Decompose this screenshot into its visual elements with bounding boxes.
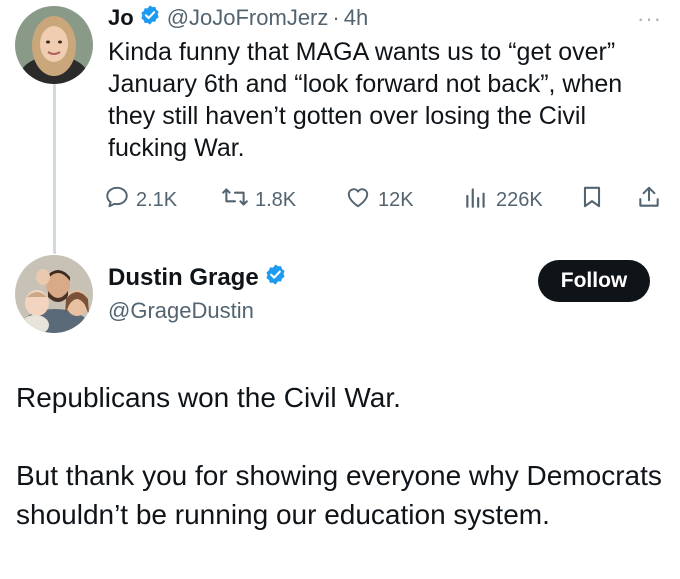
separator-dot: · — [332, 5, 340, 30]
reply-paragraph-1: Republicans won the Civil War. — [16, 382, 401, 413]
views-count: 226K — [496, 188, 543, 211]
follow-button[interactable]: Follow — [538, 260, 650, 302]
retweet-icon — [221, 184, 255, 216]
avatar-dustin[interactable] — [15, 255, 93, 333]
reply-author-row: Dustin Grage — [108, 263, 293, 293]
reply-icon — [104, 184, 136, 216]
action-bar: 2.1K 1.8K 12K 226K — [104, 176, 664, 216]
bookmark-button[interactable] — [579, 184, 611, 216]
retweet-count: 1.8K — [255, 188, 297, 211]
verified-badge-icon — [139, 4, 161, 32]
reply-button[interactable]: 2.1K — [104, 184, 177, 216]
reply-paragraph-2: But thank you for showing everyone why D… — [16, 460, 662, 530]
avatar-jo[interactable] — [15, 6, 93, 84]
like-count: 12K — [378, 188, 414, 211]
author-handle[interactable]: @JoJoFromJerz — [167, 5, 329, 31]
share-icon — [636, 184, 668, 216]
views-icon — [462, 184, 496, 216]
verified-badge-icon — [264, 263, 287, 293]
bookmark-icon — [579, 184, 611, 216]
reply-author-handle[interactable]: @GrageDustin — [108, 298, 254, 324]
timestamp[interactable]: 4h — [344, 5, 368, 31]
like-button[interactable]: 12K — [344, 184, 414, 216]
reply-text: Republicans won the Civil War. But thank… — [16, 378, 666, 534]
reply-count: 2.1K — [136, 188, 178, 211]
more-icon[interactable]: ··· — [637, 6, 662, 32]
share-button[interactable] — [636, 184, 668, 216]
reply-author-name[interactable]: Dustin Grage — [108, 264, 259, 292]
tweet-header: Jo @JoJoFromJerz · 4h — [108, 4, 368, 32]
like-icon — [344, 184, 378, 216]
views-button[interactable]: 226K — [462, 184, 543, 216]
thread-line — [53, 84, 56, 254]
author-name[interactable]: Jo — [108, 5, 134, 31]
retweet-button[interactable]: 1.8K — [221, 184, 296, 216]
tweet-text: Kinda funny that MAGA wants us to “get o… — [108, 38, 623, 162]
